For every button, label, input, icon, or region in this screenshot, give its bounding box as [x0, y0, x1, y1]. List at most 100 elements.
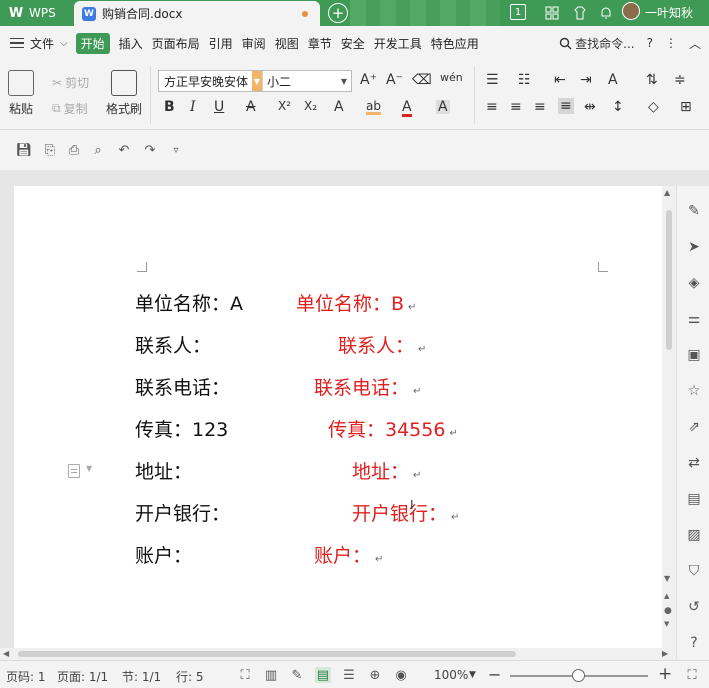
- fit-window-icon[interactable]: ⛶: [684, 667, 700, 683]
- vertical-scrollbar[interactable]: ▲ ▼ ▲ ● ▼: [662, 186, 676, 648]
- phonetic-guide-button[interactable]: wén: [440, 72, 463, 83]
- numbered-list-icon[interactable]: ☷: [518, 73, 531, 87]
- font-name-dropdown[interactable]: 方正早安晚安体 ▼: [159, 71, 263, 91]
- grid-view-icon[interactable]: [542, 3, 562, 23]
- zoom-slider-handle[interactable]: [572, 669, 585, 682]
- zoom-in-button[interactable]: +: [658, 664, 672, 684]
- menu-view[interactable]: 视图: [275, 35, 299, 52]
- text-effect-button[interactable]: A: [334, 100, 344, 114]
- print-preview-icon[interactable]: ⌕: [90, 142, 106, 158]
- scroll-left-icon[interactable]: ◀: [3, 649, 9, 658]
- row-right[interactable]: 单位名称：B ↵: [296, 292, 416, 320]
- print-icon[interactable]: ⎙: [66, 142, 82, 158]
- copy-button[interactable]: ⧉ 复制: [52, 100, 88, 117]
- menu-review[interactable]: 审阅: [242, 35, 266, 52]
- username[interactable]: 一叶知秋: [645, 4, 693, 21]
- row-right[interactable]: 地址： ↵: [352, 460, 421, 488]
- status-line[interactable]: 行: 5: [176, 668, 204, 685]
- save-icon[interactable]: 💾︎: [16, 142, 33, 158]
- document-page[interactable]: ▼ 单位名称：A 单位名称：B ↵ 联系人： 联系人： ↵ 联系电话： 联系电话： ↵…: [14, 186, 662, 648]
- char-shading-button[interactable]: A: [436, 100, 450, 114]
- row-right[interactable]: 联系电话： ↵: [314, 376, 421, 404]
- fullscreen-icon[interactable]: ⛶: [237, 667, 253, 683]
- translate-icon[interactable]: ⇄: [685, 454, 703, 472]
- export-pdf-icon[interactable]: ⎘: [42, 142, 58, 158]
- menu-insert[interactable]: 插入: [119, 35, 143, 52]
- row-right[interactable]: 账户： ↵: [314, 544, 383, 572]
- web-view-icon[interactable]: ⊕: [367, 667, 383, 683]
- next-page-icon[interactable]: ▼: [664, 620, 669, 628]
- help-icon[interactable]: ?: [685, 634, 703, 652]
- more-options-icon[interactable]: ⋮: [665, 36, 677, 50]
- help-button[interactable]: ?: [647, 36, 653, 50]
- row-left[interactable]: 单位名称：A: [135, 292, 243, 316]
- scroll-up-icon[interactable]: ▲: [664, 188, 670, 197]
- bold-button[interactable]: B: [164, 100, 175, 114]
- row-right[interactable]: 开户银行： ↵: [352, 502, 459, 530]
- align-right-icon[interactable]: ≡: [534, 100, 546, 114]
- shading-icon[interactable]: ◇: [648, 100, 659, 114]
- hamburger-menu-icon[interactable]: [10, 37, 24, 49]
- row-left[interactable]: 联系电话：: [135, 376, 230, 400]
- pen-icon[interactable]: ✎: [685, 202, 703, 220]
- cut-button[interactable]: ✂ 剪切: [52, 74, 89, 91]
- skin-icon[interactable]: [570, 3, 590, 23]
- menu-special[interactable]: 特色应用: [431, 35, 479, 52]
- subscript-button[interactable]: X₂: [304, 100, 317, 112]
- prev-page-icon[interactable]: ▲: [664, 592, 669, 600]
- sort-icon[interactable]: ⇅: [646, 73, 658, 87]
- row-left[interactable]: 账户：: [135, 544, 192, 568]
- menu-home[interactable]: 开始: [75, 32, 110, 54]
- scroll-right-icon[interactable]: ▶: [662, 649, 668, 658]
- italic-button[interactable]: I: [190, 100, 196, 114]
- shield-icon[interactable]: ⛉: [685, 562, 703, 580]
- row-left[interactable]: 传真：123: [135, 418, 228, 442]
- distribute-icon[interactable]: ⇹: [584, 100, 596, 114]
- menu-file[interactable]: 文件 ⌵: [30, 35, 68, 52]
- bullet-list-icon[interactable]: ☰: [486, 73, 499, 87]
- font-dropdown-arrow-icon[interactable]: ▼: [252, 71, 262, 91]
- horizontal-scrollbar[interactable]: ◀ ▶: [0, 648, 676, 660]
- star-icon[interactable]: ☆: [685, 382, 703, 400]
- font-size-dropdown[interactable]: 小二 ▼: [263, 71, 351, 91]
- decrease-indent-icon[interactable]: ⇤: [554, 73, 566, 87]
- archive-icon[interactable]: ▤: [685, 490, 703, 508]
- row-left[interactable]: 联系人：: [135, 334, 211, 358]
- write-mode-icon[interactable]: ✎: [289, 667, 305, 683]
- borders-icon[interactable]: ⊞: [680, 100, 692, 114]
- row-right[interactable]: 联系人： ↵: [338, 334, 426, 362]
- select-browse-icon[interactable]: ●: [664, 606, 672, 616]
- shrink-font-button[interactable]: A⁻: [386, 73, 403, 87]
- picture-icon[interactable]: ▨: [685, 526, 703, 544]
- status-page-code[interactable]: 页码: 1: [6, 668, 46, 685]
- row-left[interactable]: 地址：: [135, 460, 192, 484]
- status-section[interactable]: 节: 1/1: [122, 668, 161, 685]
- chevron-down-icon[interactable]: ▼: [469, 670, 476, 680]
- menu-chapter[interactable]: 章节: [308, 35, 332, 52]
- eye-protection-icon[interactable]: ◉: [393, 667, 409, 683]
- zoom-level[interactable]: 100%: [434, 668, 468, 682]
- align-left-icon[interactable]: ≡: [486, 100, 498, 114]
- superscript-button[interactable]: X²: [278, 100, 291, 112]
- adjust-icon[interactable]: ⚌: [685, 310, 703, 328]
- avatar[interactable]: [622, 2, 640, 20]
- vertical-scroll-thumb[interactable]: [666, 210, 672, 350]
- row-right[interactable]: 传真：34556 ↵: [328, 418, 458, 446]
- history-icon[interactable]: ↺: [685, 598, 703, 616]
- collapse-ribbon-icon[interactable]: ︿: [689, 35, 701, 52]
- justify-icon[interactable]: ≡: [558, 98, 574, 114]
- highlight-button[interactable]: ab: [366, 100, 381, 115]
- select-cursor-icon[interactable]: ➤: [685, 238, 703, 256]
- grow-font-button[interactable]: A⁺: [360, 73, 377, 87]
- notification-icon[interactable]: [596, 3, 616, 23]
- window-count-badge[interactable]: 1: [510, 4, 526, 20]
- menu-references[interactable]: 引用: [209, 35, 233, 52]
- underline-button[interactable]: U: [214, 100, 224, 114]
- text-direction-icon[interactable]: A: [608, 73, 618, 87]
- outline-view-icon[interactable]: ☰: [341, 667, 357, 683]
- undo-icon[interactable]: ↶: [116, 142, 132, 158]
- scroll-down-icon[interactable]: ▼: [664, 574, 670, 583]
- align-center-icon[interactable]: ≡: [510, 100, 522, 114]
- menu-page-layout[interactable]: 页面布局: [152, 35, 200, 52]
- document-tab[interactable]: W 购销合同.docx: [74, 1, 320, 26]
